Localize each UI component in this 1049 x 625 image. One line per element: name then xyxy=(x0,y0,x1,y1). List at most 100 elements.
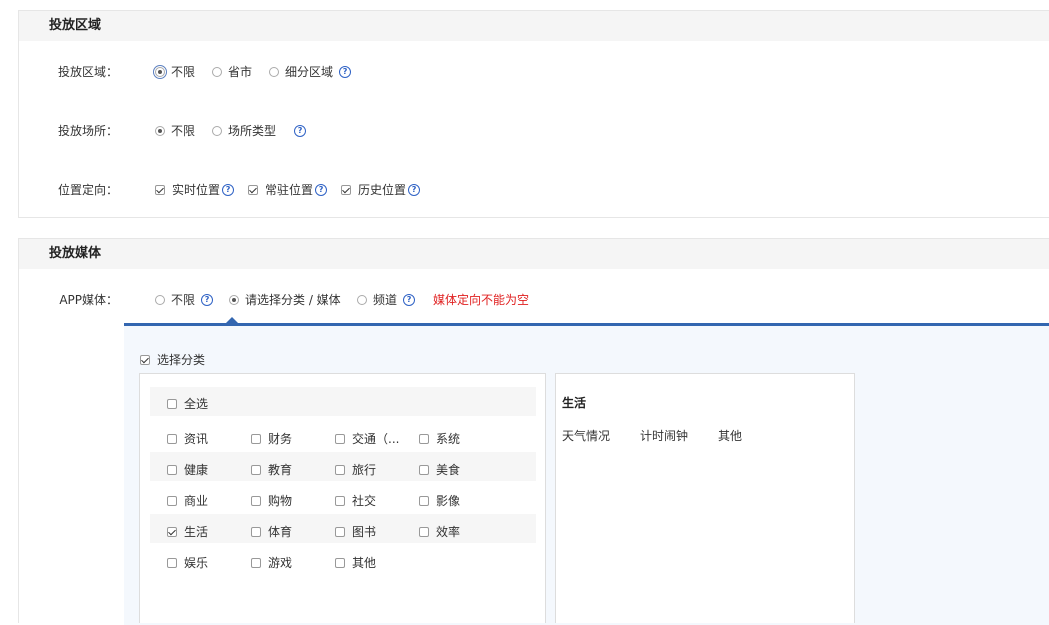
media-warning-text: 媒体定向不能为空 xyxy=(433,293,530,307)
location-checkbox-realtime[interactable] xyxy=(155,184,165,195)
detail-item[interactable]: 计时闹钟 xyxy=(640,427,688,444)
category-item[interactable]: 图书 xyxy=(335,523,376,540)
venue-option-type[interactable]: 场所类型 ? xyxy=(212,122,307,139)
media-option-unlimited[interactable]: 不限 ? xyxy=(155,291,214,308)
location-option-history-label: 历史位置 xyxy=(358,183,407,197)
media-option-channel[interactable]: 频道 ? xyxy=(357,291,416,308)
category-label: 教育 xyxy=(268,463,293,477)
category-checkbox[interactable] xyxy=(335,433,345,444)
category-checkbox[interactable] xyxy=(167,495,177,506)
venue-label: 投放场所： xyxy=(57,124,118,138)
category-item[interactable]: 教育 xyxy=(251,461,292,478)
select-category-option[interactable]: 选择分类 xyxy=(140,351,205,368)
media-option-category-label: 请选择分类 / 媒体 xyxy=(245,293,341,307)
area-radio-province[interactable] xyxy=(212,66,222,77)
category-item[interactable]: 社交 xyxy=(335,492,376,509)
area-option-unlimited-label: 不限 xyxy=(171,65,196,79)
category-label: 资讯 xyxy=(184,432,209,446)
category-checkbox[interactable] xyxy=(419,495,429,506)
select-all-option[interactable]: 全选 xyxy=(167,395,208,412)
category-label: 交通（... xyxy=(352,432,400,446)
category-item[interactable]: 系统 xyxy=(419,430,460,447)
area-option-unlimited[interactable]: 不限 xyxy=(153,63,196,80)
region-panel-title: 投放区域 xyxy=(19,11,1049,41)
category-checkbox[interactable] xyxy=(251,464,261,475)
category-item[interactable]: 健康 xyxy=(167,461,208,478)
location-option-history[interactable]: 历史位置 ? xyxy=(341,181,421,198)
category-item[interactable]: 旅行 xyxy=(335,461,376,478)
category-checkbox[interactable] xyxy=(419,433,429,444)
category-checkbox[interactable] xyxy=(251,557,261,568)
location-option-realtime[interactable]: 实时位置 ? xyxy=(155,181,235,198)
area-option-province[interactable]: 省市 xyxy=(212,63,252,80)
category-checkbox[interactable] xyxy=(335,495,345,506)
category-item[interactable]: 商业 xyxy=(167,492,208,509)
media-radio-channel[interactable] xyxy=(357,294,367,305)
area-option-subdivided-label: 细分区域 xyxy=(285,65,334,79)
media-radio-category[interactable] xyxy=(229,294,239,305)
location-option-realtime-label: 实时位置 xyxy=(172,183,221,197)
category-item[interactable]: 游戏 xyxy=(251,554,292,571)
category-checkbox[interactable] xyxy=(167,464,177,475)
category-item[interactable]: 资讯 xyxy=(167,430,208,447)
category-item[interactable]: 体育 xyxy=(251,523,292,540)
category-label: 效率 xyxy=(436,525,461,539)
category-detail-title: 生活 xyxy=(562,396,587,410)
category-checkbox[interactable] xyxy=(167,557,177,568)
category-checkbox-life[interactable] xyxy=(167,526,177,537)
help-icon[interactable]: ? xyxy=(339,65,352,78)
location-option-resident[interactable]: 常驻位置 ? xyxy=(248,181,328,198)
category-checkbox[interactable] xyxy=(419,526,429,537)
category-item[interactable]: 影像 xyxy=(419,492,460,509)
category-item[interactable]: 交通（... xyxy=(335,430,399,447)
category-item[interactable]: 美食 xyxy=(419,461,460,478)
category-item[interactable]: 娱乐 xyxy=(167,554,208,571)
category-item-life[interactable]: 生活 xyxy=(167,523,208,540)
category-item[interactable]: 财务 xyxy=(251,430,292,447)
area-option-subdivided[interactable]: 细分区域 ? xyxy=(269,63,352,80)
category-list-box: 全选 资讯 财务 交通（... 系统 健康 教育 旅行 美食 商业 购物 社交 … xyxy=(139,373,546,623)
category-checkbox[interactable] xyxy=(251,526,261,537)
location-option-resident-label: 常驻位置 xyxy=(265,183,314,197)
media-panel-title: 投放媒体 xyxy=(19,239,1049,269)
location-checkbox-history[interactable] xyxy=(341,184,351,195)
category-checkbox[interactable] xyxy=(335,526,345,537)
venue-option-unlimited[interactable]: 不限 xyxy=(155,122,195,139)
category-label: 其他 xyxy=(352,556,377,570)
category-checkbox[interactable] xyxy=(335,464,345,475)
category-checkbox[interactable] xyxy=(251,495,261,506)
category-detail-box: 生活 天气情况 计时闹钟 其他 xyxy=(555,373,855,623)
category-item[interactable]: 购物 xyxy=(251,492,292,509)
detail-item[interactable]: 其他 xyxy=(718,427,742,444)
area-label: 投放区域： xyxy=(57,65,118,79)
category-checkbox[interactable] xyxy=(419,464,429,475)
area-option-province-label: 省市 xyxy=(228,65,253,79)
help-icon[interactable]: ? xyxy=(408,183,421,196)
media-option-channel-label: 频道 xyxy=(373,293,398,307)
category-label: 娱乐 xyxy=(184,556,209,570)
category-label: 购物 xyxy=(268,494,293,508)
venue-radio-type[interactable] xyxy=(212,125,222,136)
media-option-category[interactable]: 请选择分类 / 媒体 xyxy=(229,291,341,308)
area-radio-unlimited[interactable] xyxy=(153,64,167,79)
detail-item[interactable]: 天气情况 xyxy=(562,427,610,444)
select-all-checkbox[interactable] xyxy=(167,398,177,409)
help-icon[interactable]: ? xyxy=(222,183,235,196)
category-label: 游戏 xyxy=(268,556,293,570)
location-checkbox-resident[interactable] xyxy=(248,184,258,195)
category-item[interactable]: 效率 xyxy=(419,523,460,540)
select-category-checkbox[interactable] xyxy=(140,354,150,365)
help-icon[interactable]: ? xyxy=(201,293,214,306)
category-label: 图书 xyxy=(352,525,377,539)
help-icon[interactable]: ? xyxy=(315,183,328,196)
media-radio-unlimited[interactable] xyxy=(155,294,165,305)
area-radio-subdivided[interactable] xyxy=(269,66,279,77)
category-checkbox[interactable] xyxy=(167,433,177,444)
help-icon[interactable]: ? xyxy=(403,293,416,306)
venue-radio-unlimited[interactable] xyxy=(155,125,165,136)
category-checkbox[interactable] xyxy=(335,557,345,568)
category-checkbox[interactable] xyxy=(251,433,261,444)
location-label: 位置定向： xyxy=(57,183,118,197)
category-item[interactable]: 其他 xyxy=(335,554,376,571)
help-icon[interactable]: ? xyxy=(294,124,307,137)
